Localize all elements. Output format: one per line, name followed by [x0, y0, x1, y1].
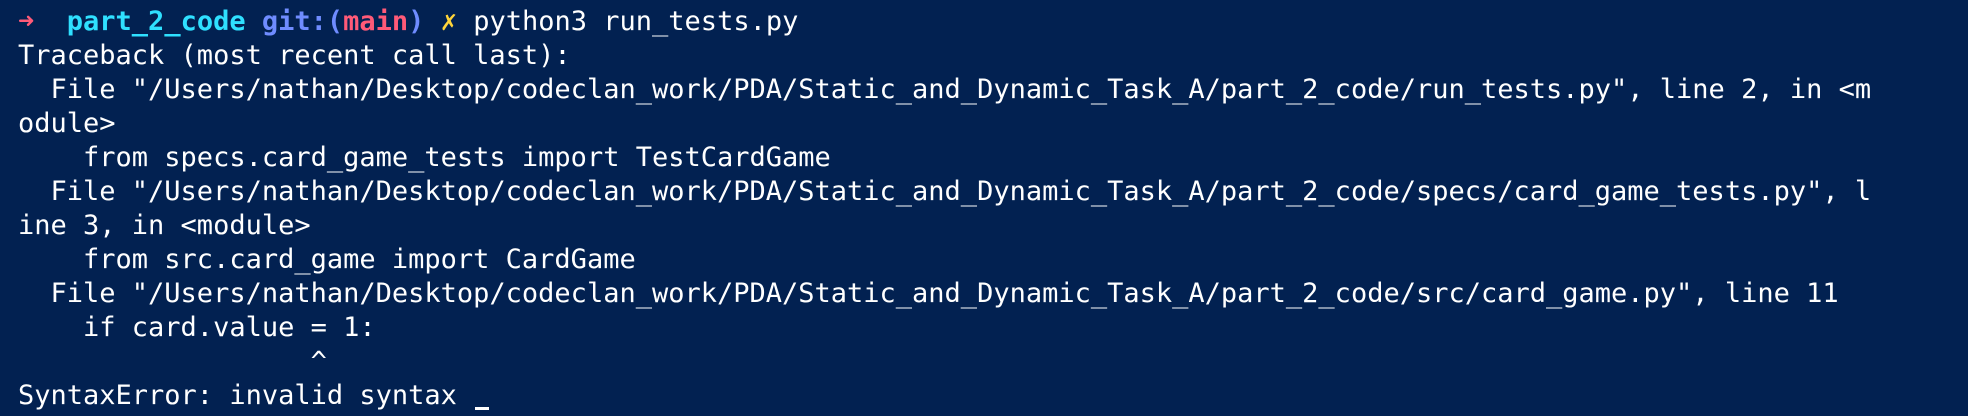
output-line: from src.card_game import CardGame: [18, 244, 636, 275]
output-line: File "/Users/nathan/Desktop/codeclan_wor…: [18, 278, 1839, 309]
git-label-close: ): [408, 6, 425, 37]
output-line: Traceback (most recent call last):: [18, 40, 571, 71]
output-line: File "/Users/nathan/Desktop/codeclan_wor…: [18, 74, 1872, 105]
output-line: odule>: [18, 108, 116, 139]
git-label: git:(: [261, 6, 344, 37]
output-line: if card.value = 1:: [18, 312, 376, 343]
error-message: SyntaxError: invalid syntax: [18, 380, 474, 411]
prompt-line: ➜ part_2_code git:(main) ✗ python3 run_t…: [18, 5, 1968, 39]
output-line: from specs.card_game_tests import TestCa…: [18, 142, 831, 173]
git-dirty-icon: ✗: [440, 6, 457, 37]
error-line: SyntaxError: invalid syntax: [18, 379, 1968, 413]
output-line: ine 3, in <module>: [18, 210, 311, 241]
prompt-arrow-icon: ➜: [18, 6, 35, 37]
command-text: python3 run_tests.py: [473, 6, 799, 37]
output-line: ^: [18, 346, 327, 377]
output-line: File "/Users/nathan/Desktop/codeclan_wor…: [18, 176, 1872, 207]
current-directory: part_2_code: [66, 6, 246, 37]
terminal-cursor[interactable]: [475, 407, 490, 410]
git-branch: main: [343, 6, 409, 37]
terminal-window[interactable]: ➜ part_2_code git:(main) ✗ python3 run_t…: [0, 0, 1968, 416]
